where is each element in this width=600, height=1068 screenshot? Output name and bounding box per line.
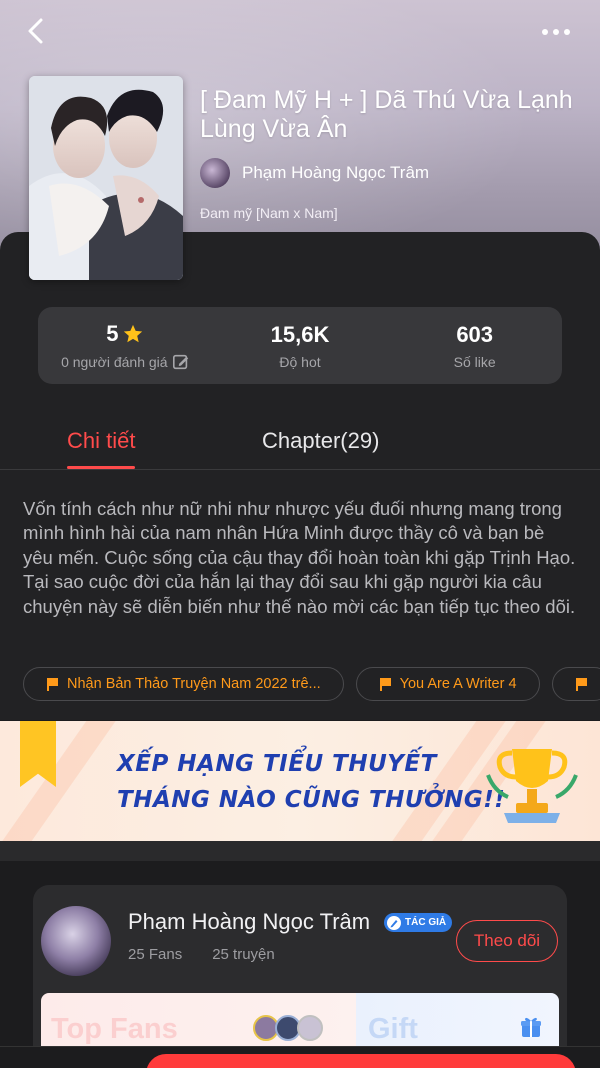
author-link[interactable]: Phạm Hoàng Ngọc Trâm — [200, 158, 429, 188]
more-dot — [564, 29, 570, 35]
bookmark-ribbon-icon — [20, 721, 56, 787]
book-cover[interactable] — [29, 76, 183, 280]
more-dot — [553, 29, 559, 35]
star-icon — [124, 324, 143, 342]
fan-avatar — [297, 1015, 323, 1041]
tag-item-partial[interactable] — [551, 667, 600, 701]
story-description: Vốn tính cách như nữ nhi như nhược yếu đ… — [23, 498, 576, 617]
stories-count: 25 truyện — [212, 946, 275, 963]
tag-list: Nhận Bản Thảo Truyện Nam 2022 trê... You… — [23, 667, 600, 703]
flag-icon — [47, 677, 58, 691]
flag-icon — [379, 677, 391, 691]
stats-bar: 5 0 người đánh giá 15,6K Độ hot 603 Số l… — [38, 307, 562, 384]
hot-stat: 15,6K Độ hot — [213, 307, 388, 384]
author-badge-label: TÁC GIẢ — [405, 917, 447, 928]
back-button[interactable] — [18, 14, 52, 48]
edit-icon[interactable] — [172, 353, 190, 371]
content-panel — [0, 232, 600, 720]
tab-bar: Chi tiết Chapter(29) — [0, 420, 600, 470]
gift-icon — [521, 1017, 541, 1037]
author-card-avatar[interactable] — [41, 906, 111, 976]
tab-detail[interactable]: Chi tiết — [67, 428, 136, 469]
read-button[interactable] — [146, 1054, 576, 1068]
trophy-icon — [486, 749, 578, 823]
banner-stripe — [0, 721, 120, 841]
rating-label-row: 0 người đánh giá — [61, 353, 190, 371]
banner-line-1: XẾP HẠNG TIỂU THUYẾT — [117, 751, 437, 777]
fans-count: 25 Fans — [128, 946, 183, 963]
like-label: Số like — [453, 353, 496, 370]
ranking-banner[interactable]: XẾP HẠNG TIỂU THUYẾT THÁNG NÀO CŨNG THƯỞ… — [0, 721, 600, 841]
fan-avatar-list — [253, 1015, 323, 1041]
more-horizontal-icon — [542, 29, 548, 35]
hot-label: Độ hot — [279, 353, 321, 370]
section-divider — [0, 841, 600, 861]
like-value: 603 — [456, 321, 494, 347]
rating-value-row: 5 — [106, 321, 144, 347]
pen-icon — [387, 915, 401, 930]
rating-label: 0 người đánh giá — [61, 353, 168, 370]
book-title: [ Đam Mỹ H + ] Dã Thú Vừa Lạnh Lùng Vừa … — [200, 86, 573, 143]
tag-item[interactable]: Nhận Bản Thảo Truyện Nam 2022 trê... — [23, 667, 344, 701]
rating-stat[interactable]: 5 0 người đánh giá — [38, 307, 213, 384]
more-options-button[interactable] — [536, 18, 576, 46]
author-stats: 25 Fans 25 truyện — [128, 946, 275, 963]
author-badge: TÁC GIẢ — [384, 913, 453, 932]
rating-value: 5 — [106, 320, 119, 346]
tag-label: You Are A Writer 4 — [399, 676, 517, 692]
cover-art — [29, 76, 183, 280]
gift-label: Gift — [368, 1013, 418, 1045]
author-card-name[interactable]: Phạm Hoàng Ngọc Trâm — [128, 909, 370, 935]
author-name: Phạm Hoàng Ngọc Trâm — [242, 163, 430, 182]
tag-label: Nhận Bản Thảo Truyện Nam 2022 trê... — [67, 676, 321, 692]
chevron-left-icon — [28, 18, 43, 44]
tag-item[interactable]: You Are A Writer 4 — [355, 667, 540, 701]
top-fans-label: Top Fans — [51, 1013, 178, 1045]
follow-button[interactable]: Theo dõi — [456, 920, 558, 962]
flag-icon — [575, 677, 587, 691]
like-stat: 603 Số like — [387, 307, 562, 384]
genre-label: Đam mỹ [Nam x Nam] — [200, 205, 338, 221]
hot-value: 15,6K — [270, 321, 330, 347]
banner-line-2: THÁNG NÀO CŨNG THƯỞNG!! — [117, 787, 506, 813]
author-avatar — [200, 158, 230, 188]
tab-chapter[interactable]: Chapter(29) — [262, 428, 379, 454]
